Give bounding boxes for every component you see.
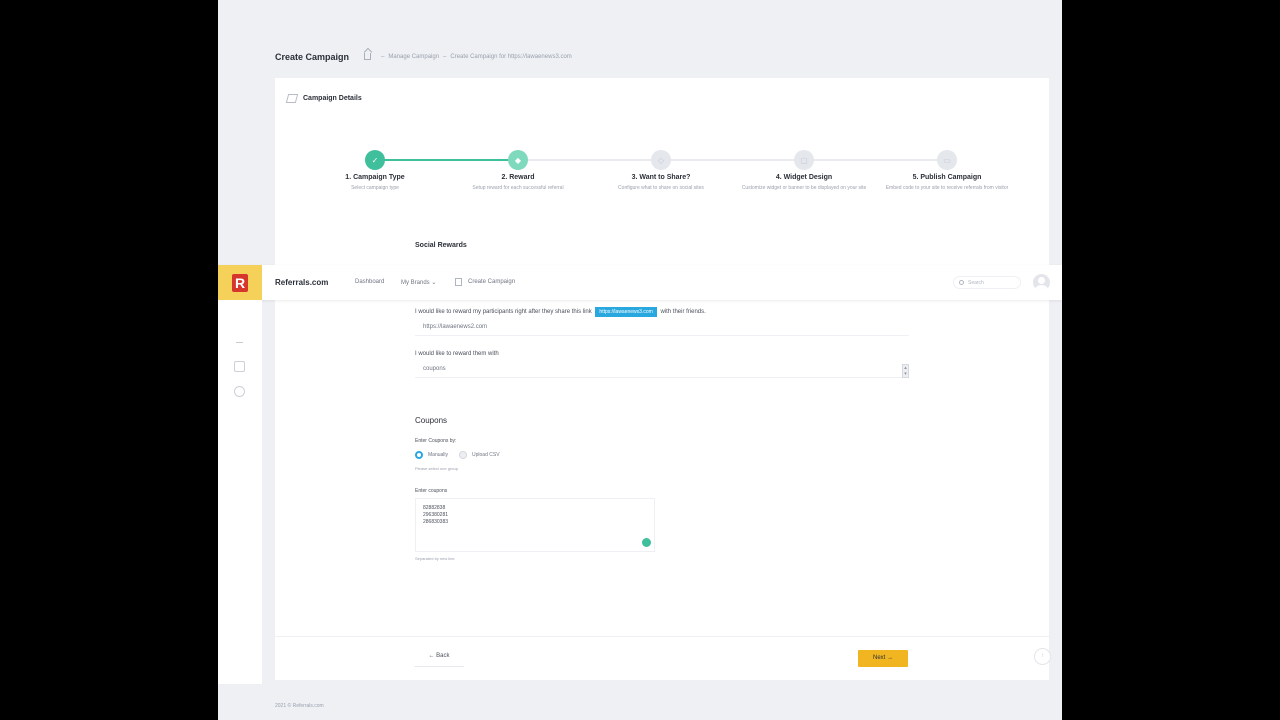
radio-upload-csv-label[interactable]: Upload CSV bbox=[472, 452, 500, 458]
step-5-dot: ▭ bbox=[937, 150, 957, 170]
step-3-desc: Configure what to share on social sites bbox=[618, 185, 704, 191]
share-url-field[interactable]: https://lawaenews2.com bbox=[415, 320, 909, 336]
breadcrumb: – Manage Campaign – Create Campaign for … bbox=[364, 53, 572, 60]
nav-my-brands-label: My Brands bbox=[401, 280, 430, 286]
top-nav: R Referrals.com Dashboard My Brands ⌄ Cr… bbox=[218, 265, 1062, 300]
home-icon[interactable] bbox=[364, 53, 371, 60]
step-4-dot: ▢ bbox=[794, 150, 814, 170]
step-3-title: 3. Want to Share? bbox=[631, 174, 691, 181]
coupon-line: 82882838 bbox=[423, 505, 446, 511]
reward-label: I would like to reward them with bbox=[415, 351, 499, 357]
arrow-left-icon: ← bbox=[428, 653, 435, 659]
coupon-line: 286830383 bbox=[423, 519, 449, 525]
breadcrumb-create-campaign: Create Campaign for https://lawaenews3.c… bbox=[450, 53, 572, 60]
breadcrumb-manage-campaign[interactable]: Manage Campaign bbox=[388, 54, 439, 60]
step-2-title: 2. Reward bbox=[501, 174, 535, 181]
step-4-title: 4. Widget Design bbox=[775, 174, 833, 181]
back-button[interactable]: ← Back bbox=[414, 653, 464, 667]
campaign-stepper: ✓ 1. Campaign Type Select campaign type … bbox=[275, 150, 1049, 220]
separator-hint: Separated by new line bbox=[415, 556, 455, 561]
enter-by-label: Enter Coupons by: bbox=[415, 438, 457, 444]
step-widget-design[interactable]: ▢ 4. Widget Design Customize widget or b… bbox=[734, 150, 874, 192]
step-5-desc: Embed code to your site to receive refer… bbox=[885, 185, 1009, 191]
side-nav bbox=[218, 300, 262, 684]
share-link-chip[interactable]: https://lawaenews3.com bbox=[595, 307, 657, 317]
step-want-to-share[interactable]: ◇ 3. Want to Share? Configure what to sh… bbox=[591, 150, 731, 192]
radio-manually[interactable] bbox=[415, 451, 423, 459]
menu-dash-icon[interactable] bbox=[236, 342, 243, 343]
grammar-check-icon[interactable] bbox=[642, 538, 651, 547]
brand-name[interactable]: Referrals.com bbox=[275, 278, 328, 287]
step-publish-campaign[interactable]: ▭ 5. Publish Campaign Embed code to your… bbox=[877, 150, 1017, 192]
copyright-text: 2021 © Referrals.com bbox=[275, 703, 324, 709]
campaign-details-icon bbox=[285, 94, 299, 103]
next-button[interactable]: Next → bbox=[858, 650, 908, 667]
next-label: Next bbox=[872, 655, 886, 661]
search-icon bbox=[959, 280, 964, 285]
step-campaign-type[interactable]: ✓ 1. Campaign Type Select campaign type bbox=[305, 150, 445, 192]
nav-dashboard[interactable]: Dashboard bbox=[355, 279, 384, 285]
avatar[interactable] bbox=[1033, 274, 1050, 291]
method-hint: Please select one group bbox=[415, 466, 458, 471]
coupon-line: 296380281 bbox=[423, 512, 449, 518]
arrow-right-icon: → bbox=[887, 655, 893, 661]
coupon-input-method: Manually Upload CSV bbox=[415, 451, 500, 459]
step-1-desc: Select campaign type bbox=[351, 185, 399, 191]
page-title: Create Campaign bbox=[275, 52, 350, 62]
share-reward-sentence: I would like to reward my participants r… bbox=[415, 307, 706, 317]
share-prefix-text: I would like to reward my participants r… bbox=[415, 309, 592, 315]
campaign-card: Campaign Details ✓ 1. Campaign Type Sele… bbox=[275, 78, 1049, 680]
select-arrows-icon: ▴ ▾ bbox=[902, 364, 909, 378]
reward-type-select[interactable]: coupons ▴ ▾ bbox=[415, 362, 909, 378]
search-placeholder: Search bbox=[968, 280, 984, 286]
back-label: Back bbox=[436, 653, 450, 659]
share-suffix-text: with their friends. bbox=[660, 309, 706, 315]
settings-icon[interactable] bbox=[234, 386, 245, 397]
step-1-dot: ✓ bbox=[365, 150, 385, 170]
nav-create-campaign[interactable]: Create Campaign bbox=[468, 279, 515, 285]
coupons-heading: Coupons bbox=[415, 416, 448, 425]
social-rewards-label: Social Rewards bbox=[415, 242, 467, 249]
nav-my-brands[interactable]: My Brands ⌄ bbox=[401, 279, 436, 286]
radio-manually-label[interactable]: Manually bbox=[428, 452, 448, 458]
step-4-desc: Customize widget or banner to be display… bbox=[741, 185, 867, 191]
coupons-textarea[interactable]: 82882838 296380281 286830383 bbox=[415, 498, 655, 552]
step-reward[interactable]: ◆ 2. Reward Setup reward for each succes… bbox=[448, 150, 588, 192]
create-campaign-icon bbox=[455, 278, 462, 286]
card-header: Campaign Details bbox=[285, 94, 362, 103]
campaign-icon[interactable] bbox=[234, 361, 245, 372]
step-2-dot: ◆ bbox=[508, 150, 528, 170]
logo-mark: R bbox=[232, 273, 248, 292]
enter-coupons-label: Enter coupons bbox=[415, 488, 448, 494]
step-1-title: 1. Campaign Type bbox=[345, 174, 405, 181]
card-footer: ← Back Next → bbox=[275, 636, 1049, 680]
logo[interactable]: R bbox=[218, 265, 262, 300]
app-screen: Create Campaign – Manage Campaign – Crea… bbox=[218, 0, 1062, 720]
reward-type-value: coupons bbox=[423, 366, 446, 372]
chevron-down-icon: ⌄ bbox=[431, 280, 437, 286]
search-input[interactable]: Search bbox=[953, 276, 1021, 289]
step-3-dot: ◇ bbox=[651, 150, 671, 170]
card-title: Campaign Details bbox=[303, 95, 362, 102]
radio-upload-csv[interactable] bbox=[459, 451, 468, 459]
scroll-to-top-icon[interactable]: ↑ bbox=[1034, 648, 1051, 665]
step-2-desc: Setup reward for each successful referra… bbox=[472, 185, 564, 191]
step-5-title: 5. Publish Campaign bbox=[912, 174, 982, 181]
